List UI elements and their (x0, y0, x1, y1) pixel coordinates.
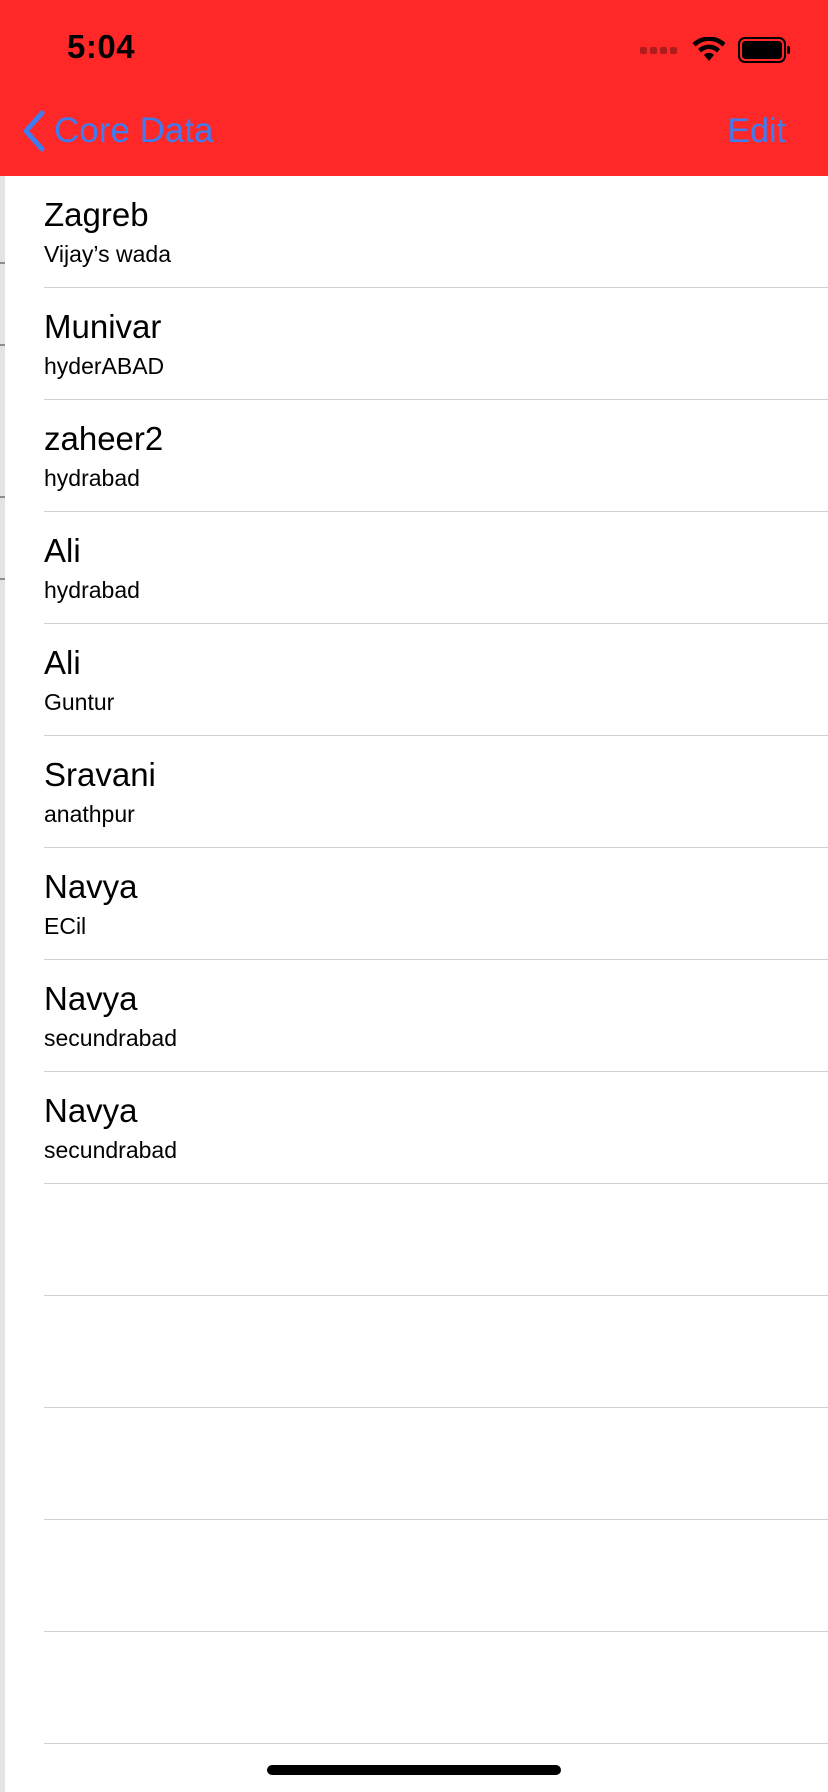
row-title: Zagreb (44, 196, 149, 233)
row-separator (44, 1743, 828, 1744)
empty-table-row (0, 1296, 828, 1408)
row-subtitle: secundrabad (44, 1137, 177, 1163)
back-button[interactable]: Core Data (22, 108, 214, 154)
row-subtitle: hydrabad (44, 577, 140, 603)
table-row[interactable]: Ali Guntur (0, 624, 828, 736)
empty-table-row (0, 1632, 828, 1744)
row-title: Navya (44, 1092, 138, 1129)
edit-button[interactable]: Edit (727, 112, 786, 151)
cellular-signal-icon (640, 46, 680, 54)
navigation-header: 5:04 Core Data Edit (0, 0, 828, 176)
row-subtitle: Guntur (44, 689, 115, 715)
row-subtitle: hydrabad (44, 465, 140, 491)
chevron-left-icon (23, 110, 45, 152)
back-button-label: Core Data (54, 111, 214, 150)
row-title: Ali (44, 644, 81, 681)
table-row[interactable]: Navya secundrabad (0, 1072, 828, 1184)
row-subtitle: ECil (44, 913, 87, 939)
row-subtitle: Vijay’s wada (44, 241, 172, 267)
table-row[interactable]: Munivar hyderABAD (0, 288, 828, 400)
empty-table-row (0, 1408, 828, 1520)
row-title: Ali (44, 532, 81, 569)
row-subtitle: secundrabad (44, 1025, 177, 1051)
table-row[interactable]: Navya ECil (0, 848, 828, 960)
wifi-icon (692, 37, 726, 61)
table-row[interactable]: Navya secundrabad (0, 960, 828, 1072)
table-row[interactable]: Sravani anathpur (0, 736, 828, 848)
empty-table-row (0, 1520, 828, 1632)
status-indicators (640, 34, 792, 66)
navigation-bar: Core Data Edit (0, 98, 828, 164)
row-title: zaheer2 (44, 420, 164, 457)
row-subtitle: hyderABAD (44, 353, 165, 379)
screen: 5:04 Core Data Edit Zagreb Vijay’s wada … (0, 0, 828, 1792)
row-subtitle: anathpur (44, 801, 135, 827)
table-row[interactable]: Zagreb Vijay’s wada (0, 176, 828, 288)
row-title: Munivar (44, 308, 162, 345)
row-title: Sravani (44, 756, 156, 793)
row-title: Navya (44, 980, 138, 1017)
battery-icon (738, 37, 790, 63)
home-indicator[interactable] (267, 1765, 561, 1775)
table-row[interactable]: Ali hydrabad (0, 512, 828, 624)
status-time: 5:04 (67, 28, 136, 65)
row-title: Navya (44, 868, 138, 905)
contacts-table: Zagreb Vijay’s wada Munivar hyderABAD za… (0, 176, 828, 1744)
table-row[interactable]: zaheer2 hydrabad (0, 400, 828, 512)
empty-table-row (0, 1184, 828, 1296)
